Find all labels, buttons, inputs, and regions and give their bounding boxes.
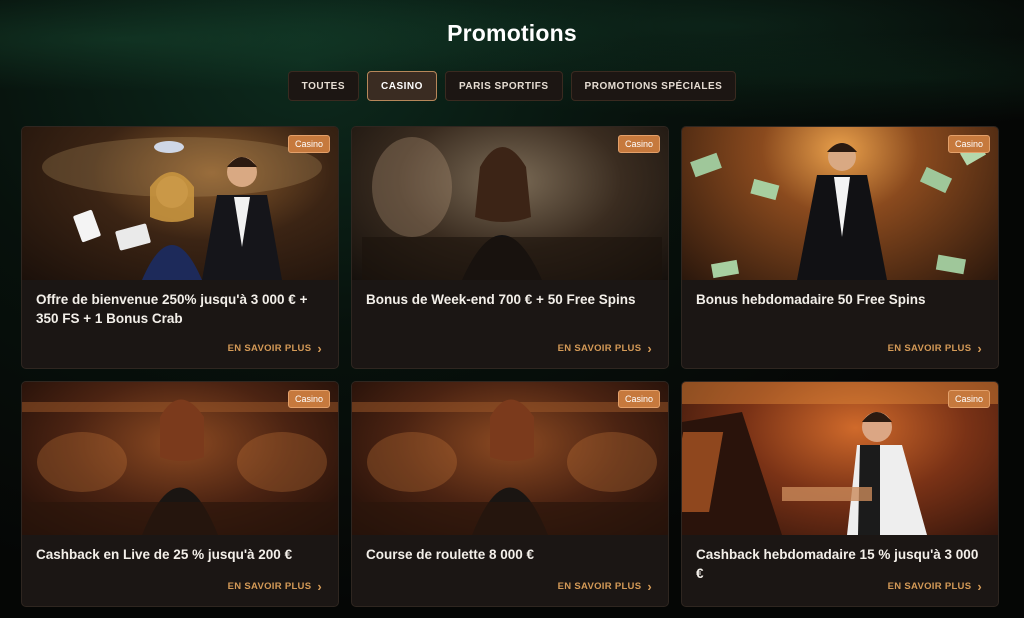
promotion-card[interactable]: Casino Course de roulette 8 000 € EN SAV… — [351, 381, 669, 607]
promotion-tabs: TOUTES CASINO PARIS SPORTIFS PROMOTIONS … — [0, 71, 1024, 101]
promotions-grid: Casino Offre de bienvenue 250% jusqu'à 3… — [21, 126, 999, 607]
tab-toutes[interactable]: TOUTES — [287, 71, 360, 101]
promotion-card[interactable]: Casino Cashback hebdomadaire 15 % jusqu'… — [681, 381, 999, 607]
chevron-right-icon: › — [317, 340, 322, 356]
tab-paris-sportifs[interactable]: PARIS SPORTIFS — [444, 71, 563, 101]
category-badge: Casino — [287, 135, 330, 153]
category-badge: Casino — [617, 135, 660, 153]
promotion-image: Casino — [682, 127, 998, 280]
promotion-image: Casino — [352, 382, 668, 535]
promotion-image: Casino — [22, 127, 338, 280]
tab-casino[interactable]: CASINO — [367, 71, 437, 101]
promotion-title: Bonus de Week-end 700 € + 50 Free Spins — [366, 292, 636, 307]
chevron-right-icon: › — [647, 578, 652, 594]
learn-more-label: EN SAVOIR PLUS — [227, 343, 312, 354]
promotion-image: Casino — [22, 382, 338, 535]
learn-more-label: EN SAVOIR PLUS — [557, 343, 642, 354]
chevron-right-icon: › — [647, 340, 652, 356]
promotion-image: Casino — [352, 127, 668, 280]
learn-more-link[interactable]: EN SAVOIR PLUS › — [227, 578, 322, 594]
learn-more-label: EN SAVOIR PLUS — [557, 581, 642, 592]
promotion-title: Course de roulette 8 000 € — [366, 547, 535, 562]
learn-more-link[interactable]: EN SAVOIR PLUS › — [887, 340, 982, 356]
promotion-image: Casino — [682, 382, 998, 535]
promotion-card[interactable]: Casino Bonus hebdomadaire 50 Free Spins … — [681, 126, 999, 369]
tab-promotions-speciales[interactable]: PROMOTIONS SPÉCIALES — [570, 71, 737, 101]
promotion-card[interactable]: Casino Cashback en Live de 25 % jusqu'à … — [21, 381, 339, 607]
chevron-right-icon: › — [317, 578, 322, 594]
promotion-title: Offre de bienvenue 250% jusqu'à 3 000 € … — [36, 292, 308, 326]
learn-more-label: EN SAVOIR PLUS — [887, 343, 972, 354]
learn-more-link[interactable]: EN SAVOIR PLUS › — [227, 340, 322, 356]
page-title: Promotions — [447, 20, 577, 46]
promotion-title: Cashback hebdomadaire 15 % jusqu'à 3 000… — [696, 547, 979, 581]
chevron-right-icon: › — [977, 578, 982, 594]
category-badge: Casino — [947, 135, 990, 153]
learn-more-link[interactable]: EN SAVOIR PLUS › — [887, 578, 982, 594]
chevron-right-icon: › — [977, 340, 982, 356]
category-badge: Casino — [617, 390, 660, 408]
promotion-card[interactable]: Casino Bonus de Week-end 700 € + 50 Free… — [351, 126, 669, 369]
promotion-title: Cashback en Live de 25 % jusqu'à 200 € — [36, 547, 293, 562]
learn-more-link[interactable]: EN SAVOIR PLUS › — [557, 578, 652, 594]
category-badge: Casino — [287, 390, 330, 408]
promotion-title: Bonus hebdomadaire 50 Free Spins — [696, 292, 926, 307]
category-badge: Casino — [947, 390, 990, 408]
learn-more-label: EN SAVOIR PLUS — [227, 581, 312, 592]
promotion-card[interactable]: Casino Offre de bienvenue 250% jusqu'à 3… — [21, 126, 339, 369]
learn-more-label: EN SAVOIR PLUS — [887, 581, 972, 592]
learn-more-link[interactable]: EN SAVOIR PLUS › — [557, 340, 652, 356]
